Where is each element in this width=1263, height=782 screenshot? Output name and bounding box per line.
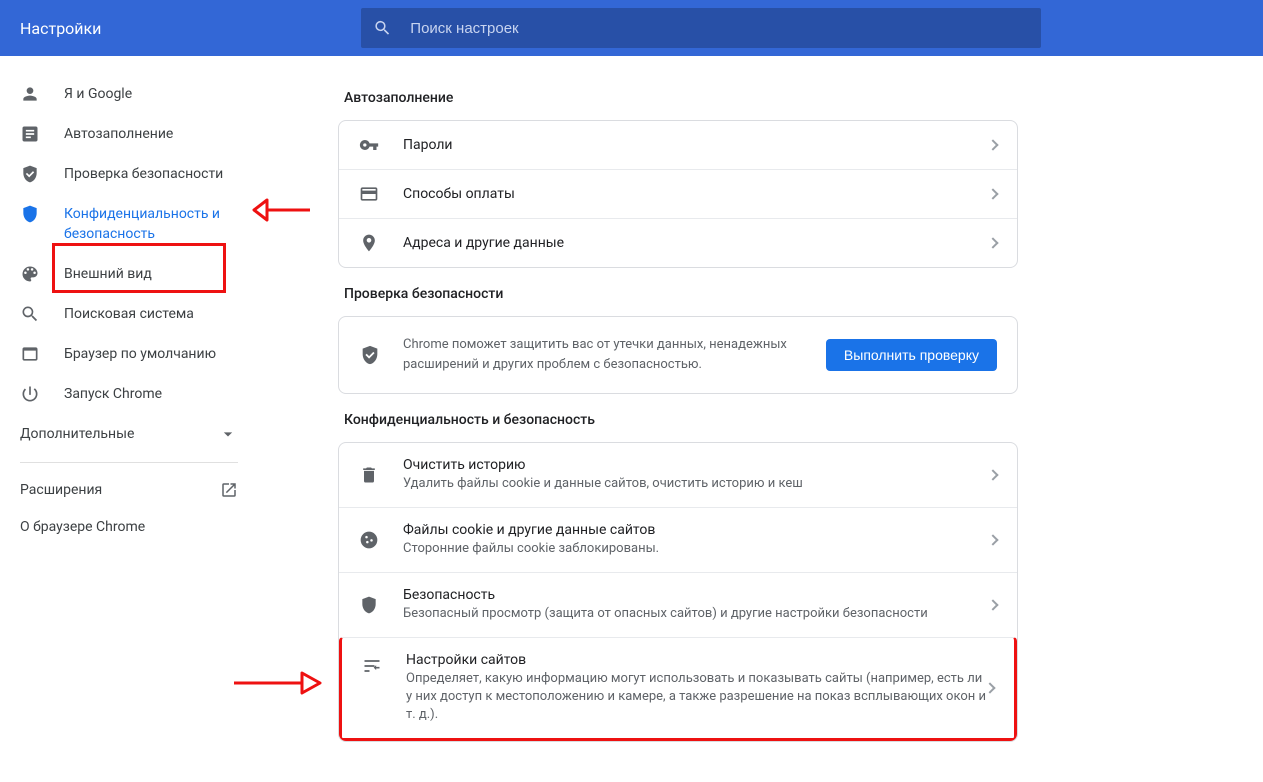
sidebar-item-label: Браузер по умолчанию [64,344,216,364]
about-label: О браузере Chrome [20,519,145,535]
sidebar-item-autofill[interactable]: Автозаполнение [0,114,258,154]
sidebar: Я и Google Автозаполнение Проверка безоп… [0,56,258,782]
chevron-right-icon [987,469,998,480]
search-box[interactable] [361,8,1041,48]
tune-icon [362,656,382,676]
safety-text: Chrome поможет защитить вас от утечки да… [403,335,826,375]
sidebar-item-label: Поисковая система [64,304,194,324]
chevron-right-icon [984,682,995,693]
section-title-autofill: Автозаполнение [344,90,1183,106]
chevron-right-icon [987,599,998,610]
sidebar-item-privacy[interactable]: Конфиденциальность и безопасность [0,194,258,254]
annotation-arrow-bottom [232,668,322,702]
run-safety-check-button[interactable]: Выполнить проверку [826,339,997,371]
magnify-icon [20,304,40,324]
row-title: Безопасность [403,587,989,603]
sidebar-item-label: Автозаполнение [64,124,173,144]
chevron-right-icon [987,534,998,545]
annotation-arrow-top [252,195,312,229]
row-title: Настройки сайтов [406,652,986,668]
row-title: Очистить историю [403,457,989,473]
extensions-label: Расширения [20,482,102,498]
row-title: Способы оплаты [403,186,989,202]
sidebar-item-appearance[interactable]: Внешний вид [0,254,258,294]
sidebar-item-you-and-google[interactable]: Я и Google [0,74,258,114]
row-sub: Безопасный просмотр (защита от опасных с… [403,605,989,623]
row-sub: Сторонние файлы cookie заблокированы. [403,540,989,558]
sidebar-advanced-toggle[interactable]: Дополнительные [0,414,258,454]
shield-check-icon [20,164,40,184]
person-icon [20,84,40,104]
trash-icon [359,465,379,485]
row-sub: Определяет, какую информацию могут испол… [406,670,986,724]
row-site-settings[interactable]: Настройки сайтов Определяет, какую инфор… [339,637,1017,741]
privacy-card: Очистить историю Удалить файлы cookie и … [338,442,1018,742]
safety-card: Chrome поможет защитить вас от утечки да… [338,316,1018,394]
key-icon [359,135,379,155]
sidebar-item-search-engine[interactable]: Поисковая система [0,294,258,334]
location-icon [359,233,379,253]
row-title: Адреса и другие данные [403,235,989,251]
section-title-privacy: Конфиденциальность и безопасность [344,412,1183,428]
row-clear-history[interactable]: Очистить историю Удалить файлы cookie и … [339,443,1017,507]
row-title: Файлы cookie и другие данные сайтов [403,522,989,538]
sidebar-about[interactable]: О браузере Chrome [0,509,258,545]
row-addresses[interactable]: Адреса и другие данные [339,218,1017,267]
sidebar-item-default-browser[interactable]: Браузер по умолчанию [0,334,258,374]
advanced-label: Дополнительные [20,426,134,442]
palette-icon [20,264,40,284]
form-icon [20,124,40,144]
sidebar-item-startup[interactable]: Запуск Chrome [0,374,258,414]
row-passwords[interactable]: Пароли [339,121,1017,169]
sidebar-item-label: Внешний вид [64,264,152,284]
autofill-card: Пароли Способы оплаты Адреса и другие да… [338,120,1018,268]
sidebar-item-label: Конфиденциальность и безопасность [64,204,238,244]
content-area: Автозаполнение Пароли Способы оплаты Адр… [258,56,1263,782]
app-header: Настройки [0,0,1263,56]
row-payments[interactable]: Способы оплаты [339,169,1017,218]
sidebar-item-label: Проверка безопасности [64,164,223,184]
row-cookies[interactable]: Файлы cookie и другие данные сайтов Стор… [339,507,1017,572]
chevron-right-icon [987,188,998,199]
sidebar-item-safety-check[interactable]: Проверка безопасности [0,154,258,194]
search-input[interactable] [410,20,1029,37]
row-security[interactable]: Безопасность Безопасный просмотр (защита… [339,572,1017,637]
sidebar-divider [20,462,238,463]
sidebar-item-label: Я и Google [64,84,132,104]
cookie-icon [359,530,379,550]
sidebar-extensions[interactable]: Расширения [0,471,258,509]
row-title: Пароли [403,137,989,153]
section-title-safety: Проверка безопасности [344,286,1183,302]
credit-card-icon [359,184,379,204]
row-sub: Удалить файлы cookie и данные сайтов, оч… [403,475,989,493]
chevron-right-icon [987,139,998,150]
header-title: Настройки [20,19,101,38]
open-in-new-icon [220,481,238,499]
search-icon [373,18,392,38]
power-icon [20,384,40,404]
window-icon [20,344,40,364]
sidebar-item-label: Запуск Chrome [64,384,162,404]
chevron-down-icon [218,424,238,444]
chevron-right-icon [987,237,998,248]
shield-check-icon [359,344,381,366]
shield-icon [359,595,379,615]
shield-icon [20,204,40,224]
